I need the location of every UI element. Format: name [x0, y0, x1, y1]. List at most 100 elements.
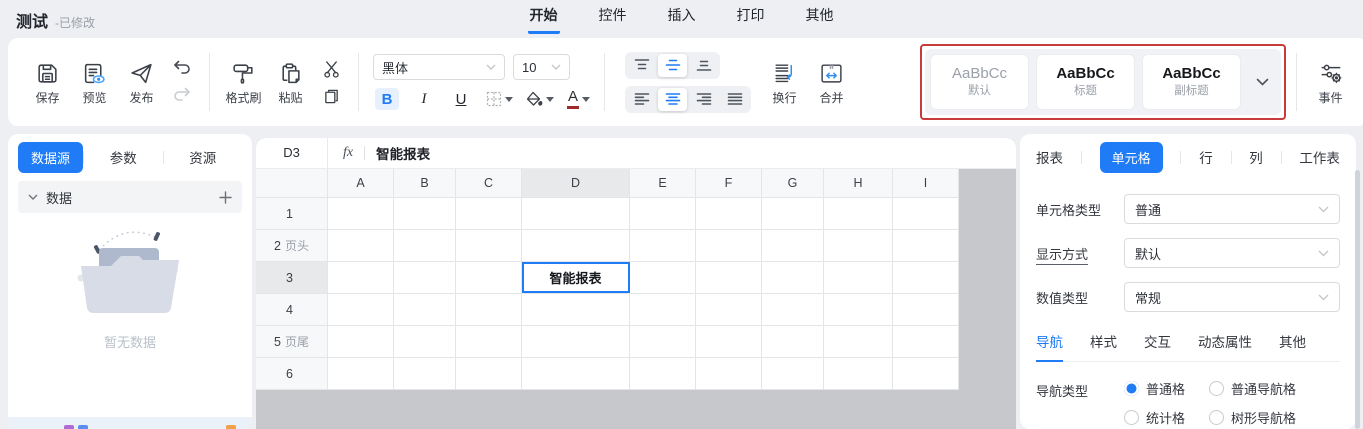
grid-cell[interactable] [394, 198, 456, 229]
bold-button[interactable]: B [375, 88, 399, 110]
row-header[interactable]: 1 [256, 198, 328, 229]
undo-icon[interactable] [172, 60, 192, 77]
halign-left-button[interactable] [627, 88, 656, 111]
column-header-selected[interactable]: D [522, 169, 630, 197]
grid-cell[interactable] [522, 230, 630, 261]
copy-icon[interactable] [323, 88, 340, 105]
grid-cell[interactable] [696, 230, 762, 261]
grid-cell[interactable] [762, 358, 824, 389]
grid-cell[interactable] [456, 262, 522, 293]
tab-parameters[interactable]: 参数 [84, 147, 163, 167]
grid-cell[interactable] [394, 358, 456, 389]
font-color-picker[interactable]: A [567, 89, 590, 109]
border-picker[interactable] [486, 91, 513, 107]
grid-cell[interactable] [762, 230, 824, 261]
data-section-header[interactable]: 数据 [18, 181, 242, 213]
radio-normal-cell[interactable]: 普通格 [1124, 379, 1185, 398]
subtab-style[interactable]: 样式 [1090, 331, 1117, 351]
grid-cell[interactable] [893, 358, 959, 389]
fx-icon[interactable]: fx [343, 145, 353, 161]
preview-button[interactable]: 预览 [71, 61, 118, 104]
tab-insert[interactable]: 插入 [666, 5, 698, 34]
select-all-corner[interactable] [256, 169, 328, 197]
grid-cell[interactable] [328, 262, 394, 293]
grid-cell[interactable] [824, 294, 893, 325]
tab-row[interactable]: 行 [1199, 147, 1213, 167]
grid-cell[interactable] [394, 326, 456, 357]
style-card-subtitle[interactable]: AaBbCc 副标题 [1142, 54, 1241, 110]
grid-cell[interactable] [328, 326, 394, 357]
grid-cell[interactable] [762, 262, 824, 293]
column-header[interactable]: E [630, 169, 696, 197]
radio-tree-nav-cell[interactable]: 树形导航格 [1209, 408, 1296, 427]
tab-column[interactable]: 列 [1249, 147, 1263, 167]
grid-cell[interactable] [893, 262, 959, 293]
valign-bottom-button[interactable] [689, 54, 718, 77]
grid-cell[interactable] [328, 230, 394, 261]
subtab-dynamic-props[interactable]: 动态属性 [1198, 331, 1252, 351]
column-header[interactable]: F [696, 169, 762, 197]
fill-color-picker[interactable] [526, 91, 554, 107]
grid-cell[interactable] [394, 230, 456, 261]
grid-cell[interactable] [328, 294, 394, 325]
grid-cell[interactable] [696, 358, 762, 389]
cut-icon[interactable] [322, 60, 341, 79]
save-button[interactable]: 保存 [24, 61, 71, 104]
grid-cell[interactable] [630, 230, 696, 261]
row-header[interactable]: 4 [256, 294, 328, 325]
publish-button[interactable]: 发布 [118, 61, 165, 104]
grid-cell[interactable] [630, 198, 696, 229]
grid-cell[interactable] [630, 294, 696, 325]
column-header[interactable]: H [824, 169, 893, 197]
grid-cell[interactable] [893, 326, 959, 357]
italic-button[interactable]: I [412, 88, 436, 110]
cell-reference-box[interactable]: D3 [256, 138, 328, 168]
grid-cell[interactable] [893, 294, 959, 325]
grid-cell[interactable] [630, 262, 696, 293]
grid-cell[interactable] [630, 358, 696, 389]
radio-stat-cell[interactable]: 统计格 [1124, 408, 1185, 427]
grid-cell[interactable] [893, 198, 959, 229]
events-button[interactable]: 事件 [1307, 60, 1354, 104]
column-header[interactable]: G [762, 169, 824, 197]
grid-cell[interactable] [824, 230, 893, 261]
column-header[interactable]: I [893, 169, 959, 197]
halign-right-button[interactable] [689, 88, 718, 111]
tab-report[interactable]: 报表 [1036, 147, 1063, 167]
merge-cells-button[interactable]: 合并 [808, 61, 855, 104]
halign-center-button[interactable] [658, 88, 687, 111]
subtab-other[interactable]: 其他 [1279, 331, 1306, 351]
tab-start[interactable]: 开始 [528, 5, 560, 34]
grid-cell[interactable] [522, 294, 630, 325]
grid-cell[interactable] [456, 358, 522, 389]
redo-icon[interactable] [172, 87, 192, 104]
grid-cell[interactable] [456, 294, 522, 325]
add-data-button[interactable] [219, 191, 232, 204]
subtab-navigation[interactable]: 导航 [1036, 331, 1063, 351]
underline-button[interactable]: U [449, 88, 473, 110]
grid-cell[interactable] [456, 326, 522, 357]
grid-cell[interactable] [762, 294, 824, 325]
wrap-text-button[interactable]: 换行 [761, 61, 808, 104]
grid-cell[interactable] [394, 294, 456, 325]
grid-cell[interactable] [696, 198, 762, 229]
valign-top-button[interactable] [627, 54, 656, 77]
grid-cell[interactable] [824, 262, 893, 293]
grid-cell[interactable] [696, 294, 762, 325]
cell-type-select[interactable]: 普通 [1124, 194, 1340, 224]
row-header[interactable]: 5页尾 [256, 326, 328, 357]
style-card-default[interactable]: AaBbCc 默认 [930, 54, 1029, 110]
style-gallery-expand-button[interactable] [1248, 78, 1276, 86]
tab-worksheet[interactable]: 工作表 [1299, 147, 1340, 167]
grid-cell[interactable] [824, 358, 893, 389]
tab-cell[interactable]: 单元格 [1100, 142, 1163, 173]
grid-cell[interactable] [762, 198, 824, 229]
grid-cell[interactable] [824, 198, 893, 229]
grid-cell[interactable] [696, 262, 762, 293]
halign-justify-button[interactable] [720, 88, 749, 111]
grid-cell[interactable] [522, 358, 630, 389]
grid-cell[interactable] [696, 326, 762, 357]
selected-cell-d3[interactable]: 智能报表 [522, 262, 630, 293]
row-header[interactable]: 6 [256, 358, 328, 389]
tab-widgets[interactable]: 控件 [597, 5, 629, 34]
